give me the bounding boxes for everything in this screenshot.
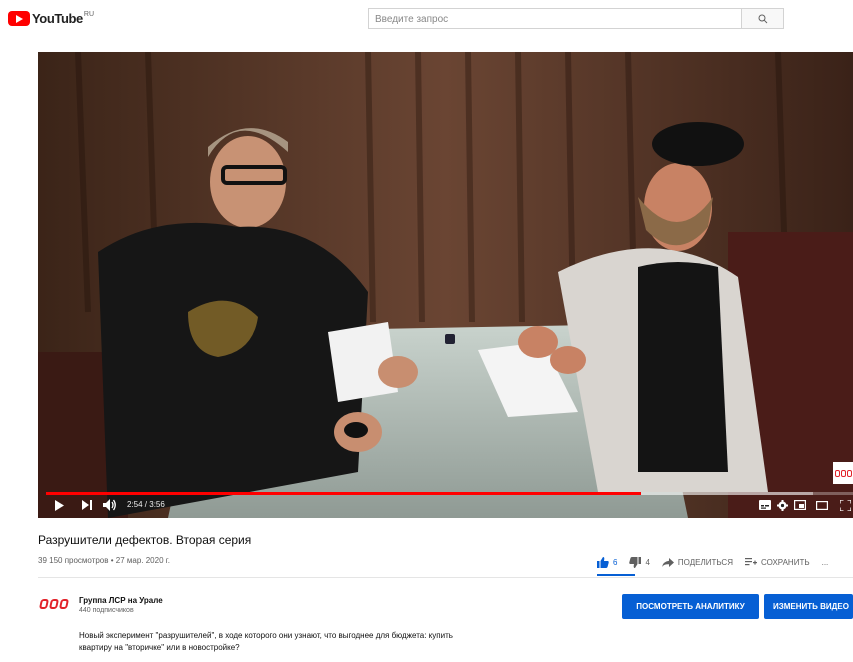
share-icon — [661, 557, 674, 567]
video-description: Новый эксперимент "разрушителей", в ходе… — [79, 631, 453, 652]
gear-icon — [776, 499, 788, 511]
miniplayer-button[interactable] — [793, 498, 807, 512]
lsr-logo-part — [58, 599, 70, 609]
like-ratio-bar — [597, 574, 635, 576]
next-icon — [82, 500, 92, 510]
time-display: 2:54 / 3:56 — [127, 500, 165, 509]
dislike-button[interactable]: 4 — [629, 556, 650, 568]
save-label: СОХРАНИТЬ — [760, 557, 810, 567]
next-button[interactable] — [80, 498, 94, 512]
view-count: 39 150 просмотров — [38, 556, 109, 565]
share-label: ПОДЕЛИТЬСЯ — [677, 557, 733, 567]
more-icon: ... — [821, 557, 829, 567]
logo-region: RU — [83, 10, 95, 18]
more-actions-button[interactable]: ... — [822, 558, 829, 567]
edit-video-button[interactable]: ИЗМЕНИТЬ ВИДЕО — [764, 594, 853, 619]
youtube-logo[interactable]: YouTube RU — [8, 9, 94, 27]
thumbs-up-icon — [597, 556, 609, 568]
time-total: 3:56 — [149, 500, 165, 509]
top-bar: YouTube RU — [0, 0, 853, 40]
subtitles-button[interactable] — [758, 498, 772, 512]
volume-button[interactable] — [102, 497, 118, 513]
search-input[interactable] — [369, 10, 735, 29]
progress-played — [46, 492, 641, 495]
like-button[interactable]: 6 — [597, 556, 618, 568]
thumbs-down-icon — [629, 556, 642, 568]
dislike-count: 4 — [645, 557, 650, 567]
fullscreen-icon — [839, 499, 851, 511]
lsr-logo-part — [48, 599, 60, 609]
search-box — [368, 8, 742, 29]
save-button[interactable]: СОХРАНИТЬ — [744, 557, 810, 567]
add-to-playlist-icon — [744, 557, 757, 565]
like-count: 6 — [613, 557, 618, 567]
channel-name[interactable]: Группа ЛСР на Урале — [79, 596, 163, 605]
play-icon — [55, 499, 64, 511]
subtitles-icon — [759, 500, 771, 510]
volume-icon — [103, 499, 116, 511]
settings-button[interactable] — [775, 498, 789, 512]
upload-date: 27 мар. 2020 г. — [115, 556, 170, 565]
search-icon — [758, 14, 767, 23]
time-current: 2:54 — [127, 500, 143, 509]
video-title: Разрушители дефектов. Вторая серия — [38, 533, 252, 547]
search-button[interactable] — [742, 8, 784, 29]
youtube-play-icon — [8, 10, 30, 26]
subscriber-count: 440 подписчиков — [79, 607, 134, 614]
lsr-logo-icon — [834, 469, 852, 477]
lsr-logo-part — [38, 599, 50, 609]
theater-icon — [816, 500, 828, 510]
logo-text: YouTube — [32, 10, 83, 26]
play-button[interactable] — [52, 498, 66, 512]
channel-avatar[interactable] — [38, 599, 70, 611]
video-actions: 6 4 ПОДЕЛИТЬСЯ СОХРАНИТЬ ... — [597, 553, 840, 571]
theater-button[interactable] — [815, 498, 829, 512]
fullscreen-button[interactable] — [838, 498, 852, 512]
divider — [38, 577, 853, 578]
analytics-button[interactable]: ПОСМОТРЕТЬ АНАЛИТИКУ — [622, 594, 759, 619]
video-frame — [38, 52, 853, 518]
video-meta: 39 150 просмотров • 27 мар. 2020 г. — [38, 556, 170, 565]
video-player[interactable] — [38, 52, 853, 518]
channel-watermark[interactable] — [833, 462, 853, 484]
miniplayer-icon — [794, 500, 806, 510]
progress-bar[interactable] — [46, 492, 853, 495]
share-button[interactable]: ПОДЕЛИТЬСЯ — [661, 557, 733, 567]
